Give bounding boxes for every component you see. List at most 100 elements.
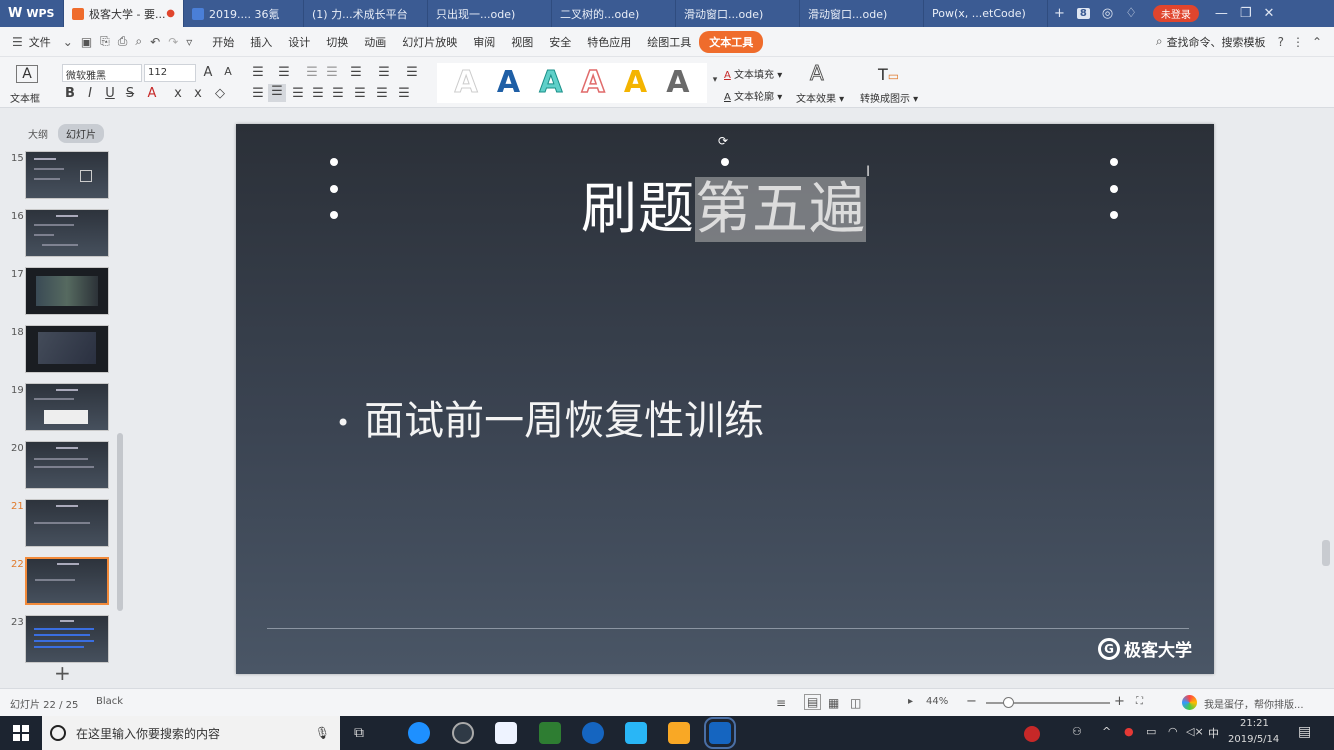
more-icon[interactable]: ⋮ (1288, 35, 1308, 49)
tab-close-icon[interactable]: ● (166, 8, 175, 19)
line-spacing-icon[interactable]: ☰ (348, 65, 364, 80)
slide-thumbnail-selected[interactable] (25, 557, 109, 605)
slide-title[interactable]: 刷题第五遍I (581, 164, 871, 245)
slide-bullet[interactable]: • 面试前一周恢复性训练 (336, 388, 764, 446)
cloud-drive-icon[interactable] (625, 722, 647, 744)
tab-jikedaxue[interactable]: 极客大学 - 要... ● (64, 0, 184, 27)
paragraph-icon[interactable]: ☰ (374, 86, 390, 101)
help-icon[interactable]: ? (1274, 35, 1288, 49)
wordart-style-red-outline[interactable]: A (581, 63, 606, 103)
notification-icon[interactable]: ▤ (1298, 724, 1311, 740)
close-icon[interactable]: ✕ (1258, 0, 1281, 27)
tray-app-icon[interactable] (1024, 726, 1040, 742)
resize-handle[interactable] (1110, 158, 1118, 166)
strikethrough-icon[interactable]: S (122, 86, 138, 101)
redo-icon[interactable]: ↷ (164, 35, 182, 49)
normal-view-icon[interactable]: ▤ (804, 694, 822, 710)
menu-animation[interactable]: 动画 (356, 34, 394, 50)
battery-icon[interactable]: ▭ (1146, 725, 1156, 738)
fit-window-icon[interactable]: ⛶ (1136, 696, 1143, 707)
assistant-icon[interactable] (1182, 695, 1197, 710)
tab-leetcode-1[interactable]: (1) 力...术成长平台 (304, 0, 428, 27)
font-name-select[interactable]: 微软雅黑 (62, 64, 142, 82)
slide-thumb-row[interactable]: 20 (0, 441, 118, 493)
bullets-icon[interactable]: ☰ (250, 65, 266, 80)
text-effect-button[interactable]: 文本效果 ▾ (796, 90, 844, 105)
align-text-icon[interactable]: ☰ (404, 65, 420, 80)
resize-handle[interactable] (1110, 185, 1118, 193)
menu-slideshow[interactable]: 幻灯片放映 (394, 34, 465, 50)
font-color-icon[interactable]: A (144, 86, 160, 101)
tab-36kr[interactable]: 2019.... 36氪 (184, 0, 304, 27)
menu-design[interactable]: 设计 (280, 34, 318, 50)
increase-font-icon[interactable]: A (200, 65, 216, 80)
menu-insert[interactable]: 插入 (242, 34, 280, 50)
login-button[interactable]: 未登录 (1152, 5, 1199, 22)
text-fill-button[interactable]: A 文本填充 ▾ (724, 66, 782, 81)
slide-thumb-row[interactable]: 17 (0, 267, 118, 319)
sheet-app-icon[interactable] (539, 722, 561, 744)
tab-leetcode-5[interactable]: 滑动窗口...ode) (800, 0, 924, 27)
rotate-handle-icon[interactable]: ⟳ (718, 134, 728, 148)
zoom-slider-thumb[interactable] (1003, 697, 1014, 708)
zoom-in-icon[interactable]: + (1114, 694, 1125, 709)
spacing-icon[interactable]: ☰ (396, 86, 412, 101)
subscript-icon[interactable]: x (190, 86, 206, 101)
skin-icon[interactable]: ◎ (1096, 0, 1119, 27)
preview-icon[interactable]: ⌕ (131, 34, 146, 49)
export-icon[interactable]: ⎘ (96, 34, 114, 49)
cloud-app-icon[interactable] (495, 722, 517, 744)
slide-thumb-row[interactable]: 15 (0, 151, 118, 203)
hamburger-icon[interactable]: ☰ (0, 35, 27, 49)
eraser-icon[interactable]: ◇ (212, 86, 228, 101)
tab-leetcode-3[interactable]: 二叉树的...ode) (552, 0, 676, 27)
undo-icon[interactable]: ↶ (146, 35, 164, 49)
menu-features[interactable]: 特色应用 (579, 34, 639, 50)
slide-thumbnail[interactable] (25, 325, 109, 373)
sync-app-icon[interactable] (582, 722, 604, 744)
font-size-select[interactable]: 112 (144, 64, 196, 82)
tray-alert-icon[interactable]: ● (1124, 725, 1134, 738)
slide-thumbnail[interactable] (25, 383, 109, 431)
menu-view[interactable]: 视图 (503, 34, 541, 50)
shirt-icon[interactable]: ♢ (1119, 0, 1143, 27)
resize-handle[interactable] (330, 185, 338, 193)
wifi-icon[interactable]: ◠ (1168, 725, 1178, 738)
browser-icon[interactable] (408, 722, 430, 744)
slide-thumbnail[interactable] (25, 499, 109, 547)
menu-drawing-tools[interactable]: 绘图工具 (639, 34, 699, 50)
bold-icon[interactable]: B (62, 86, 78, 101)
zoom-level[interactable]: 44% (926, 696, 948, 707)
text-outline-button[interactable]: A 文本轮廓 ▾ (724, 88, 782, 103)
column-icon[interactable]: ☰ (352, 86, 368, 101)
menu-review[interactable]: 审阅 (465, 34, 503, 50)
tab-count-badge[interactable]: 8 (1071, 0, 1096, 27)
slide-thumbnail[interactable] (25, 209, 109, 257)
file-menu[interactable]: 文件 (27, 34, 59, 50)
outline-tab[interactable]: 大纲 (20, 124, 56, 143)
file-explorer-icon[interactable] (668, 722, 690, 744)
underline-icon[interactable]: U (102, 86, 118, 101)
wordart-style-blue[interactable]: A (497, 63, 520, 103)
slide-thumb-row-selected[interactable]: 22 (0, 557, 118, 609)
menu-security[interactable]: 安全 (541, 34, 579, 50)
microphone-icon[interactable]: 🎙 (315, 726, 330, 740)
wordart-style-teal[interactable]: A (539, 63, 563, 103)
slide-thumbnail[interactable] (25, 441, 109, 489)
new-tab-button[interactable]: + (1048, 0, 1071, 27)
slide-thumb-row[interactable]: 16 (0, 209, 118, 261)
task-view-icon[interactable]: ⧉ (354, 725, 364, 741)
menu-text-tools[interactable]: 文本工具 (699, 30, 764, 53)
convert-graphic-button[interactable]: 转换成图示 ▾ (860, 90, 918, 105)
canvas-scrollbar[interactable] (1322, 540, 1330, 566)
justify-icon[interactable]: ☰ (310, 86, 326, 101)
sorter-view-icon[interactable]: ▦ (828, 696, 839, 710)
increase-indent-icon[interactable]: ☰ (324, 65, 340, 80)
text-effect-icon[interactable]: A (810, 61, 825, 86)
textbox-icon[interactable]: A (16, 65, 38, 83)
add-slide-button[interactable]: + (54, 661, 71, 685)
wps-home-tab[interactable]: W WPS (0, 0, 64, 27)
play-icon[interactable]: ▸ (908, 696, 913, 707)
assistant-tip[interactable]: 我是蛋仔，帮你排版... (1204, 696, 1304, 711)
save-icon[interactable]: ▣ (77, 35, 96, 49)
